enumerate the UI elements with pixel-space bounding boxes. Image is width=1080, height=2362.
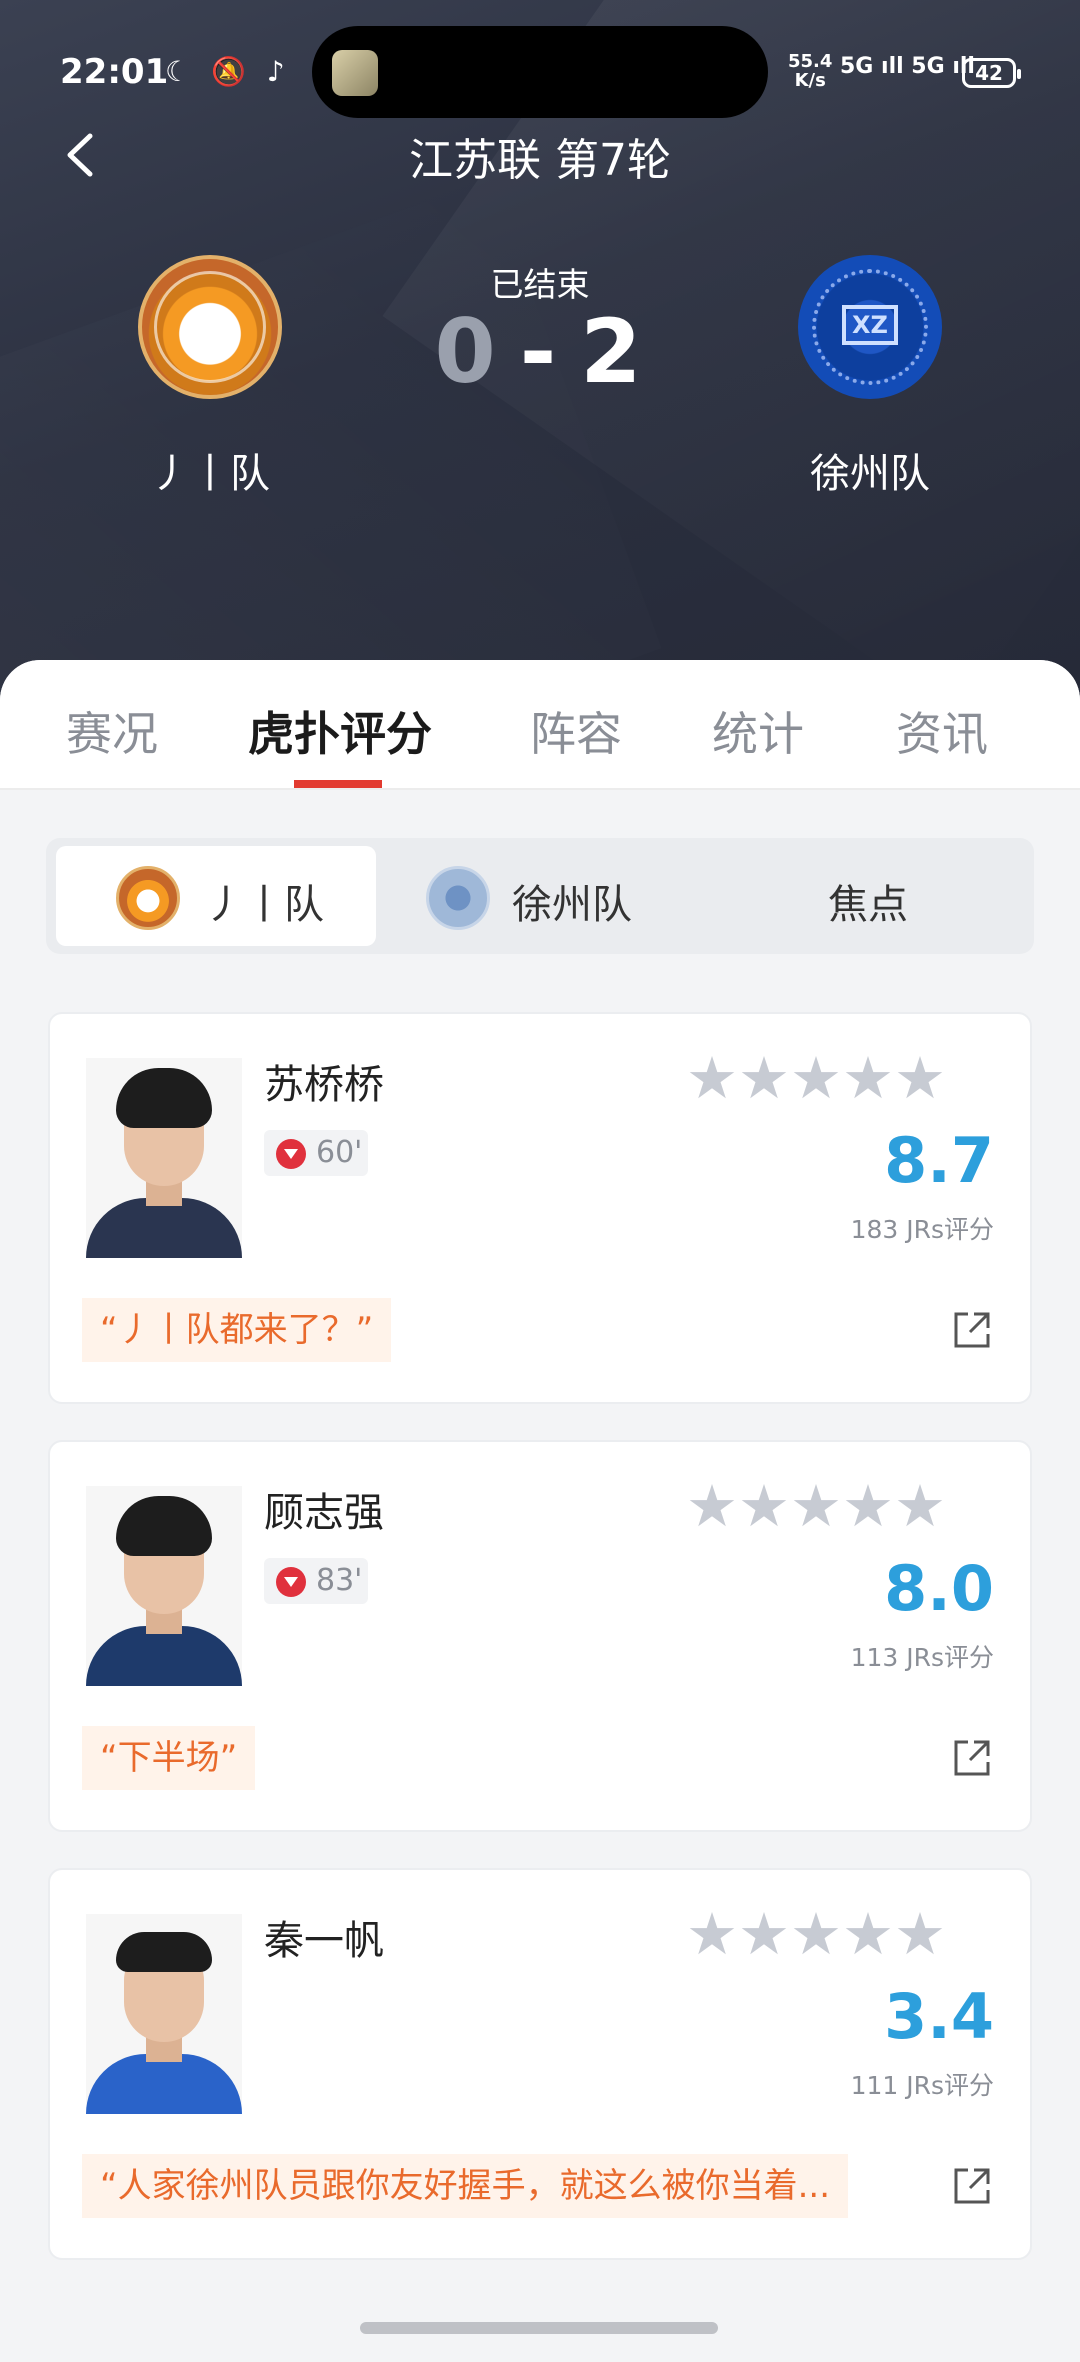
player-rating: 3.4	[884, 1980, 994, 2053]
battery-icon: 42	[962, 58, 1021, 88]
player-photo	[86, 1914, 242, 2114]
away-score: 2	[580, 300, 646, 403]
tab-bar: 赛况 虎扑评分 阵容 统计 资讯	[0, 660, 1080, 790]
home-score: 0	[434, 300, 500, 403]
player-name: 顾志强	[264, 1490, 384, 1536]
away-team-logo: XZ	[798, 255, 942, 399]
minute-value: 60'	[316, 1135, 363, 1170]
vote-count: 183 JRs评分	[850, 1215, 994, 1244]
dynamic-island	[312, 26, 768, 118]
player-rating-card[interactable]: 秦一帆 ★★★★★ 3.4 111 JRs评分 “人家徐州队员跟你友好握手，就这…	[48, 1868, 1032, 2260]
player-rating: 8.7	[884, 1124, 994, 1197]
segment-away-label: 徐州队	[512, 882, 632, 928]
active-tab-indicator	[294, 780, 382, 788]
segment-home-team[interactable]: 丿丨队	[56, 846, 376, 946]
player-name: 苏桥桥	[264, 1062, 384, 1108]
tab-hupu-rating[interactable]: 虎扑评分	[248, 698, 432, 764]
top-comment[interactable]: “下半场”	[82, 1726, 256, 1790]
top-comment[interactable]: “丿丨队都来了？”	[82, 1298, 392, 1362]
tab-lineup[interactable]: 阵容	[530, 698, 622, 764]
player-photo	[86, 1058, 242, 1258]
status-time: 22:01	[60, 52, 169, 92]
substitution-minute: 60'	[264, 1130, 368, 1176]
score-separator: -	[519, 300, 561, 403]
share-icon[interactable]	[952, 2166, 992, 2206]
status-bar: 22:01 ☾ 🔕 ♪ 55.4 K/s 5G ıll 5G ıll 42	[0, 0, 1080, 130]
share-icon[interactable]	[952, 1310, 992, 1350]
away-team-name: 徐州队	[810, 451, 930, 497]
status-icons: ☾ 🔕 ♪	[165, 55, 291, 88]
sub-off-icon	[276, 1139, 306, 1169]
vote-count: 111 JRs评分	[850, 2071, 994, 2100]
player-rating: 8.0	[884, 1552, 994, 1625]
home-team-name: 丿丨队	[150, 451, 270, 497]
away-team-mini-logo	[426, 866, 490, 930]
tab-stats[interactable]: 统计	[712, 698, 804, 764]
home-indicator[interactable]	[360, 2322, 718, 2334]
top-comment[interactable]: “人家徐州队员跟你友好握手，就这么被你当着...	[82, 2154, 849, 2218]
substitution-minute: 83'	[264, 1558, 368, 1604]
segment-away-team[interactable]: 徐州队	[376, 846, 706, 946]
player-photo	[86, 1486, 242, 1686]
minute-value: 83'	[316, 1563, 363, 1598]
segment-focus-label: 焦点	[828, 882, 908, 928]
star-rating-icon[interactable]: ★★★★★	[686, 1904, 996, 1964]
team-segment-control: 丿丨队 徐州队 焦点	[46, 838, 1034, 954]
player-rating-card[interactable]: 顾志强 83' ★★★★★ 8.0 113 JRs评分 “下半场”	[48, 1440, 1032, 1832]
away-logo-mark: XZ	[842, 305, 898, 345]
segment-focus[interactable]: 焦点	[706, 846, 1026, 946]
star-rating-icon[interactable]: ★★★★★	[686, 1476, 996, 1536]
signal-icon: 5G ıll 5G ıll	[840, 54, 975, 79]
match-header: 22:01 ☾ 🔕 ♪ 55.4 K/s 5G ıll 5G ıll 42 江苏…	[0, 0, 1080, 700]
vote-count: 113 JRs评分	[850, 1643, 994, 1672]
tab-news[interactable]: 资讯	[896, 698, 988, 764]
away-team[interactable]: XZ 徐州队	[740, 255, 1000, 499]
segment-home-label: 丿丨队	[204, 882, 324, 928]
network-speed: 55.4 K/s	[788, 52, 832, 90]
player-name: 秦一帆	[264, 1918, 384, 1964]
app-icon	[332, 50, 378, 96]
net-speed-unit: K/s	[794, 70, 826, 91]
tab-live[interactable]: 赛况	[66, 698, 158, 764]
home-team-mini-logo	[116, 866, 180, 930]
sub-off-icon	[276, 1567, 306, 1597]
page-title: 江苏联 第7轮	[409, 135, 671, 186]
player-rating-card[interactable]: 苏桥桥 60' ★★★★★ 8.7 183 JRs评分 “丿丨队都来了？”	[48, 1012, 1032, 1404]
share-icon[interactable]	[952, 1738, 992, 1778]
star-rating-icon[interactable]: ★★★★★	[686, 1048, 996, 1108]
net-speed-value: 55.4	[788, 51, 833, 72]
content-sheet: 赛况 虎扑评分 阵容 统计 资讯 丿丨队 徐州队 焦点 苏桥桥 60' ★★★★…	[0, 660, 1080, 2362]
